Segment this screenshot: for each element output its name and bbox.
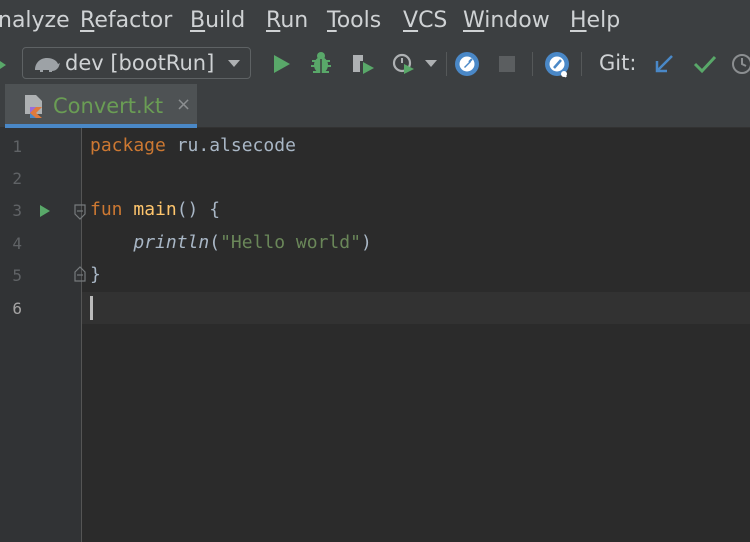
tab-title: Convert.kt xyxy=(53,94,164,118)
toolbar-separator xyxy=(581,52,582,76)
git-label: Git: xyxy=(599,51,637,75)
fold-end-icon[interactable] xyxy=(73,266,87,282)
kotlin-file-icon xyxy=(25,95,42,118)
function-signature: () { xyxy=(176,199,221,220)
closing-brace: } xyxy=(90,264,101,285)
fold-start-icon[interactable] xyxy=(73,204,87,220)
text-caret xyxy=(90,296,93,320)
menu-build-mnemonic: B xyxy=(190,8,206,33)
menu-tools[interactable]: Tools xyxy=(327,8,381,33)
run-icon[interactable] xyxy=(273,54,291,74)
line-number: 1 xyxy=(12,137,22,156)
function-name: main xyxy=(133,199,177,220)
menu-window[interactable]: Window xyxy=(463,8,550,33)
keyword-package: package xyxy=(90,135,166,156)
menu-bar: nalyze Refactor Build Run Tools VCS Wind… xyxy=(0,0,750,44)
gutter-run-icon[interactable] xyxy=(39,204,51,218)
code-line-4: println("Hello world") xyxy=(90,232,372,253)
arrow-fragment-icon xyxy=(0,61,6,69)
debug-icon[interactable] xyxy=(310,51,332,75)
run-configuration-dropdown[interactable]: dev [bootRun] xyxy=(22,47,251,79)
menu-analyze-label: nalyze xyxy=(0,8,70,33)
editor-tab-bar: Convert.kt × xyxy=(0,84,750,128)
profiler-icon[interactable] xyxy=(391,52,417,76)
menu-build-label: uild xyxy=(205,8,246,33)
check-updates-icon[interactable] xyxy=(543,51,571,78)
menu-build[interactable]: Build xyxy=(190,8,245,33)
toolbar-separator xyxy=(446,52,447,76)
paren-open: ( xyxy=(209,232,221,253)
menu-run-mnemonic: R xyxy=(266,8,281,33)
menu-vcs[interactable]: VCS xyxy=(403,8,447,33)
println-call: println xyxy=(133,232,210,253)
menu-help-label: elp xyxy=(586,8,621,33)
menu-vcs-mnemonic: V xyxy=(403,8,419,33)
package-name: ru.alsecode xyxy=(165,135,296,156)
editor-gutter xyxy=(0,128,82,542)
code-editor[interactable] xyxy=(82,128,750,542)
current-line-highlight xyxy=(0,292,750,324)
line-number-active: 6 xyxy=(12,299,22,318)
stop-icon[interactable] xyxy=(499,56,515,72)
menu-help-mnemonic: H xyxy=(570,8,587,33)
git-history-clock-icon[interactable] xyxy=(731,53,750,75)
line-number: 3 xyxy=(12,201,22,220)
menu-analyze[interactable]: nalyze xyxy=(0,8,70,33)
git-commit-check-icon[interactable] xyxy=(693,54,717,74)
gradle-elephant-icon xyxy=(35,58,60,72)
menu-window-label: indow xyxy=(484,8,550,33)
chevron-down-icon xyxy=(228,60,240,67)
menu-tools-mnemonic: T xyxy=(327,8,337,33)
menu-tools-label: ools xyxy=(336,8,382,33)
close-icon[interactable]: × xyxy=(176,94,191,115)
paren-close: ) xyxy=(360,232,372,253)
run-configuration-label: dev [bootRun] xyxy=(65,51,215,75)
menu-run-label: un xyxy=(280,8,309,33)
git-update-arrow-icon[interactable] xyxy=(653,53,675,75)
menu-refactor-mnemonic: R xyxy=(80,8,95,33)
line-number: 2 xyxy=(12,169,22,188)
keyword-fun: fun xyxy=(90,199,123,220)
code-line-3: fun main() { xyxy=(90,199,220,220)
menu-refactor-label: efactor xyxy=(94,8,173,33)
chevron-down-icon[interactable] xyxy=(425,60,437,67)
code-line-1: package ru.alsecode xyxy=(90,135,296,156)
line-number: 5 xyxy=(12,266,22,285)
main-toolbar: dev [bootRun] Git: xyxy=(0,44,750,84)
run-with-coverage-icon[interactable] xyxy=(351,52,377,76)
line-number: 4 xyxy=(12,234,22,253)
string-literal: "Hello world" xyxy=(220,232,361,253)
menu-window-mnemonic: W xyxy=(463,8,485,33)
menu-vcs-label: CS xyxy=(418,8,448,33)
menu-refactor[interactable]: Refactor xyxy=(80,8,172,33)
menu-run[interactable]: Run xyxy=(266,8,308,33)
toolbar-separator xyxy=(532,52,533,76)
code-line-5: } xyxy=(90,264,101,285)
menu-help[interactable]: Help xyxy=(570,8,620,33)
attach-debugger-icon[interactable] xyxy=(454,51,480,77)
tab-convert-kt[interactable]: Convert.kt × xyxy=(5,84,197,128)
